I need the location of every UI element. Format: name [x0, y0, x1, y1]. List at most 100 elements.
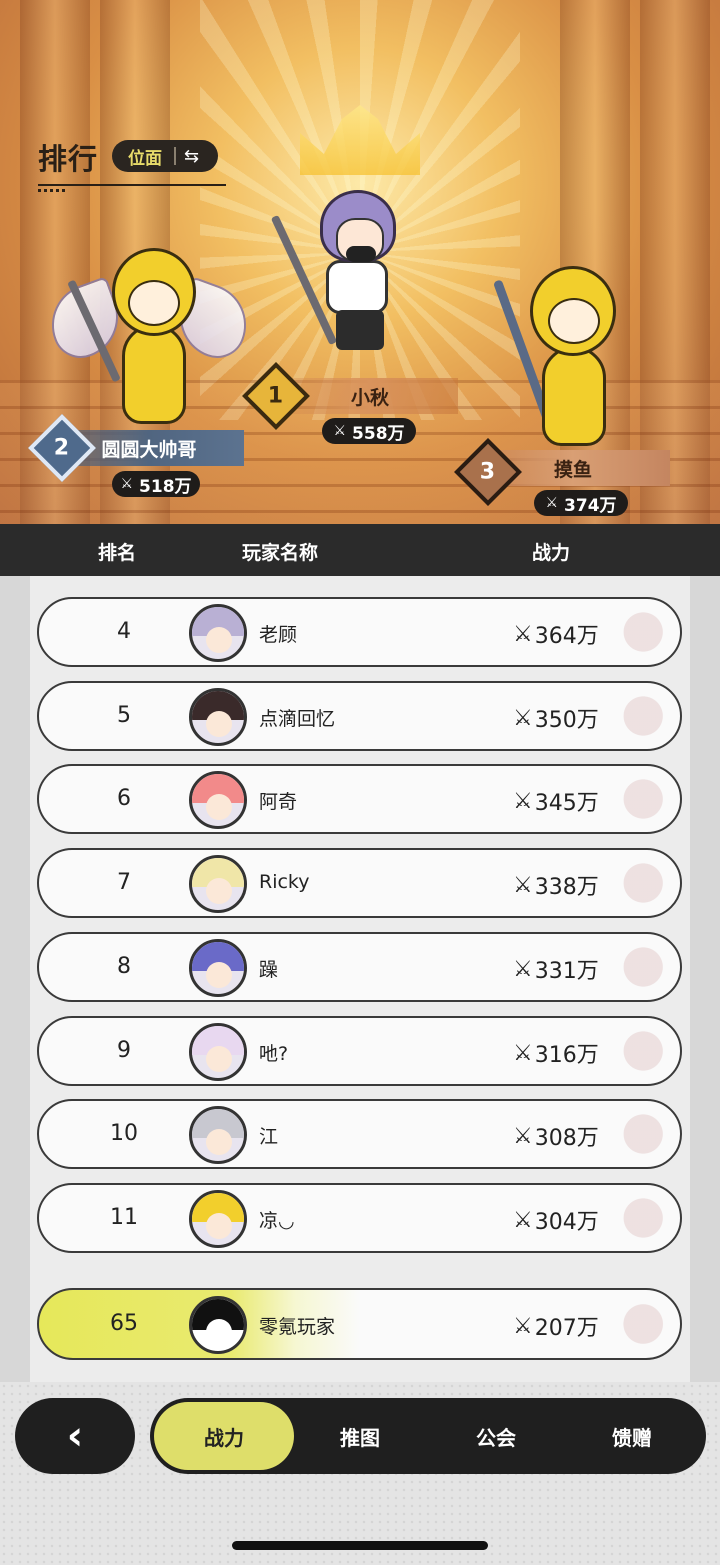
plane-label: 位面	[128, 148, 162, 169]
boy-pants	[336, 310, 384, 350]
power-value: 331万	[534, 959, 599, 984]
duck-face	[128, 280, 180, 326]
row-decoration	[588, 850, 680, 916]
row-power: ⚔ 207万	[513, 1310, 599, 1342]
power-pill-first: ⚔ 558万	[322, 418, 416, 444]
power-icon: ⚔	[513, 1313, 533, 1339]
avatar-face	[206, 1213, 232, 1239]
power-icon: ⚔	[513, 1123, 533, 1149]
avatar[interactable]	[189, 1190, 247, 1248]
power-icon: ⚔	[513, 956, 533, 982]
tab-stage[interactable]: 推图	[310, 1402, 410, 1470]
row-power: ⚔ 338万	[513, 869, 599, 901]
power-value: 345万	[534, 791, 599, 816]
power-icon: ⚔	[513, 705, 533, 731]
leaderboard-header: 排名 玩家名称 战力	[0, 524, 720, 576]
medal-number: 3	[480, 459, 496, 485]
row-decoration	[588, 766, 680, 832]
leaderboard-row[interactable]: 4 老顾 ⚔ 364万	[37, 597, 682, 667]
row-player-name: 吔?	[259, 1043, 289, 1065]
power-value: 338万	[534, 875, 599, 900]
swap-icon: ⇆	[184, 145, 200, 167]
row-player-name: 零氪玩家	[259, 1316, 336, 1338]
tab-bar: 战力 推图 公会 馈赠	[150, 1398, 706, 1474]
power-value: 350万	[534, 708, 599, 733]
home-indicator[interactable]	[232, 1541, 488, 1550]
duck-face	[548, 298, 600, 344]
avatar-face	[206, 711, 232, 737]
row-player-name: 老顾	[259, 624, 298, 646]
chevron-left-icon: ‹	[66, 1413, 84, 1459]
row-power: ⚔ 308万	[513, 1120, 599, 1152]
avatar-face	[206, 794, 232, 820]
row-power: ⚔ 364万	[513, 618, 599, 650]
leaderboard-row[interactable]: 10 江 ⚔ 308万	[37, 1099, 682, 1169]
boy-shirt	[326, 260, 388, 314]
row-rank: 4	[117, 619, 131, 644]
duck-body	[122, 324, 186, 424]
avatar[interactable]	[189, 855, 247, 913]
row-decoration	[588, 683, 680, 749]
character-first[interactable]	[270, 190, 420, 380]
row-player-name: 凉◡	[259, 1210, 295, 1232]
character-third[interactable]	[490, 256, 630, 456]
row-rank: 9	[117, 1038, 131, 1063]
avatar-face	[206, 878, 232, 904]
avatar-face	[206, 1046, 232, 1072]
tab-power[interactable]: 战力	[154, 1402, 294, 1470]
podium-banner: 小秋 1 ⚔ 558万 圆圆大帅哥 2 ⚔ 518万 摸鱼 3 ⚔ 374万 排…	[0, 0, 720, 524]
power-icon: ⚔	[333, 423, 347, 439]
leaderboard-row[interactable]: 7 Ricky ⚔ 338万	[37, 848, 682, 918]
tab-guild[interactable]: 公会	[446, 1402, 546, 1470]
row-rank: 7	[117, 870, 131, 895]
power-icon: ⚔	[513, 872, 533, 898]
tab-gift[interactable]: 馈赠	[582, 1402, 682, 1470]
back-button[interactable]: ‹	[15, 1398, 135, 1474]
title-underline	[38, 184, 226, 186]
title-dots	[38, 189, 68, 192]
power-value: 316万	[534, 1043, 599, 1068]
row-decoration	[588, 1018, 680, 1084]
avatar-face	[206, 627, 232, 653]
self-rank-row[interactable]: 65 零氪玩家 ⚔ 207万	[37, 1288, 682, 1360]
avatar[interactable]	[189, 771, 247, 829]
boy-mask	[346, 246, 376, 262]
row-player-name: Ricky	[259, 871, 310, 893]
duck-body	[542, 346, 606, 446]
row-rank: 11	[110, 1205, 138, 1230]
power-icon: ⚔	[513, 1040, 533, 1066]
character-second[interactable]	[40, 236, 258, 426]
row-power: ⚔ 331万	[513, 953, 599, 985]
row-player-name: 躁	[259, 959, 279, 981]
row-player-name: 阿奇	[259, 791, 298, 813]
leaderboard-row[interactable]: 5 点滴回忆 ⚔ 350万	[37, 681, 682, 751]
power-icon: ⚔	[120, 476, 134, 492]
leaderboard-row[interactable]: 9 吔? ⚔ 316万	[37, 1016, 682, 1086]
avatar[interactable]	[189, 939, 247, 997]
row-power: ⚔ 316万	[513, 1037, 599, 1069]
column-player-name: 玩家名称	[242, 542, 319, 564]
avatar[interactable]	[189, 1296, 247, 1354]
row-decoration	[588, 1290, 680, 1358]
row-power: ⚔ 304万	[513, 1204, 599, 1236]
power-pill-second: ⚔ 518万	[112, 471, 200, 497]
row-power: ⚔ 345万	[513, 785, 599, 817]
power-value: 518万	[139, 476, 192, 497]
row-rank: 8	[117, 954, 131, 979]
leaderboard-row[interactable]: 8 躁 ⚔ 331万	[37, 932, 682, 1002]
leaderboard-row[interactable]: 6 阿奇 ⚔ 345万	[37, 764, 682, 834]
avatar-face	[206, 962, 232, 988]
power-value: 374万	[564, 495, 617, 516]
row-player-name: 点滴回忆	[259, 708, 336, 730]
power-value: 207万	[534, 1316, 599, 1341]
avatar[interactable]	[189, 1023, 247, 1081]
power-icon: ⚔	[513, 1207, 533, 1233]
plane-toggle-button[interactable]: 位面 ⇆	[112, 140, 218, 172]
leaderboard-row[interactable]: 11 凉◡ ⚔ 304万	[37, 1183, 682, 1253]
avatar[interactable]	[189, 604, 247, 662]
row-decoration	[588, 1185, 680, 1251]
medal-number: 2	[54, 435, 70, 461]
avatar[interactable]	[189, 688, 247, 746]
avatar-face	[206, 1319, 232, 1345]
avatar[interactable]	[189, 1106, 247, 1164]
